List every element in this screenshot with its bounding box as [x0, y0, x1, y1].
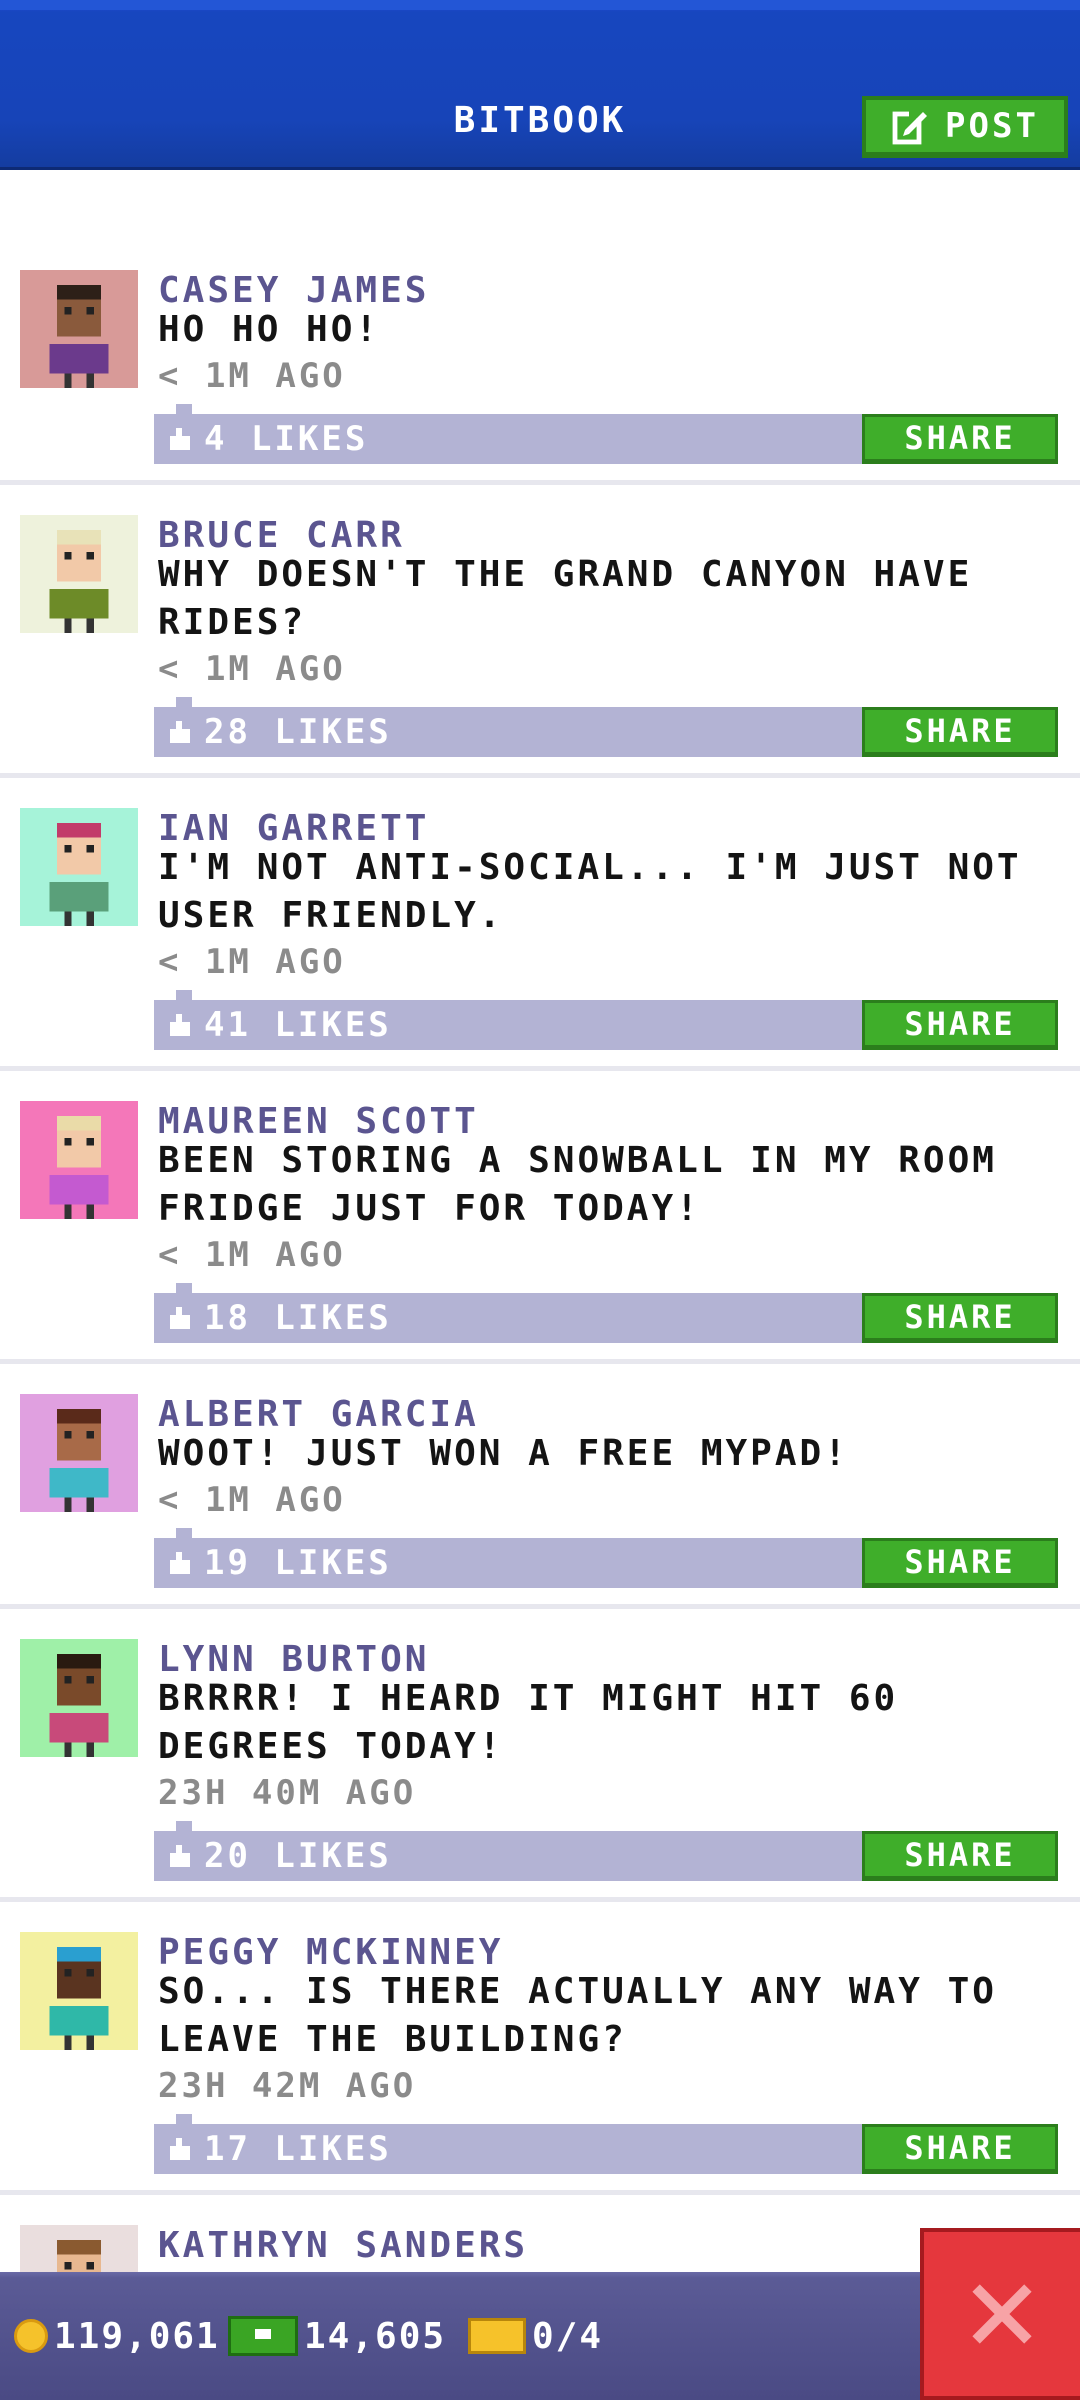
post-author[interactable]: MAUREEN SCOTT [158, 1101, 479, 1142]
avatar[interactable] [20, 1639, 138, 1757]
tickets-value: 0/4 [532, 2315, 604, 2357]
post-message: WOOT! JUST WON A FREE MYPAD! [158, 1433, 849, 1474]
share-button-label: SHARE [904, 1543, 1016, 1581]
likes-bar: 19 LIKES SHARE [154, 1528, 1058, 1588]
likes-bar: 20 LIKES SHARE [154, 1821, 1058, 1881]
post-author[interactable]: KATHRYN SANDERS [158, 2225, 528, 2266]
likes-bar-tab [176, 697, 192, 707]
like-icon[interactable] [168, 1014, 192, 1036]
post-divider [0, 2190, 1080, 2195]
edit-icon [892, 108, 930, 145]
likes-bar-tab [176, 1283, 192, 1293]
likes-bar: 17 LIKES SHARE [154, 2114, 1058, 2174]
post-time: < 1M AGO [158, 649, 346, 689]
header-bar: BITBOOK POST [0, 0, 1080, 170]
post-message: BRRRR! I HEARD IT MIGHT HIT 60 DEGREES T… [158, 1678, 899, 1767]
post-message: HO HO HO! [158, 309, 381, 350]
post-time: < 1M AGO [158, 1480, 346, 1520]
coins-value: 119,061 [54, 2315, 220, 2357]
currency-bar: 119,061 14,605 0/4 [0, 2272, 1080, 2400]
post-author[interactable]: CASEY JAMES [158, 270, 429, 311]
post-author[interactable]: LYNN BURTON [158, 1639, 429, 1680]
likes-count: 20 LIKES [204, 1836, 392, 1876]
post-time: < 1M AGO [158, 1235, 346, 1275]
tickets-stat: 0/4 [468, 2310, 603, 2362]
close-icon [972, 2284, 1032, 2344]
share-button[interactable]: SHARE [862, 1000, 1058, 1050]
post-author[interactable]: ALBERT GARCIA [158, 1394, 479, 1435]
like-icon[interactable] [168, 721, 192, 743]
post-time: 23H 40M AGO [158, 1773, 417, 1813]
share-button-label: SHARE [904, 419, 1016, 457]
share-button[interactable]: SHARE [862, 707, 1058, 757]
ticket-icon [468, 2318, 526, 2354]
post-author[interactable]: IAN GARRETT [158, 808, 429, 849]
share-button[interactable]: SHARE [862, 1538, 1058, 1588]
post-time: 23H 42M AGO [158, 2066, 417, 2106]
post-author[interactable]: PEGGY MCKINNEY [158, 1932, 503, 1973]
likes-count: 17 LIKES [204, 2129, 392, 2169]
share-button[interactable]: SHARE [862, 2124, 1058, 2174]
avatar[interactable] [20, 1394, 138, 1512]
likes-count: 4 LIKES [204, 419, 369, 459]
close-button[interactable] [920, 2228, 1080, 2400]
post-button[interactable]: POST [862, 96, 1068, 158]
bux-value: 14,605 [304, 2315, 447, 2357]
share-button-label: SHARE [904, 712, 1016, 750]
coin-icon [14, 2319, 48, 2353]
like-icon[interactable] [168, 2138, 192, 2160]
post-divider [0, 773, 1080, 778]
share-button-label: SHARE [904, 1005, 1016, 1043]
likes-bar-tab [176, 1821, 192, 1831]
post-divider [0, 1359, 1080, 1364]
like-icon[interactable] [168, 428, 192, 450]
post-message: SO... IS THERE ACTUALLY ANY WAY TO LEAVE… [158, 1971, 997, 2060]
post-message: BEEN STORING A SNOWBALL IN MY ROOM FRIDG… [158, 1140, 997, 1229]
share-button-label: SHARE [904, 2129, 1016, 2167]
avatar[interactable] [20, 1101, 138, 1219]
share-button-label: SHARE [904, 1298, 1016, 1336]
likes-bar-tab [176, 1528, 192, 1538]
likes-count: 19 LIKES [204, 1543, 392, 1583]
coins-stat: 119,061 [14, 2310, 220, 2362]
likes-count: 18 LIKES [204, 1298, 392, 1338]
post-divider [0, 1604, 1080, 1609]
like-icon[interactable] [168, 1307, 192, 1329]
likes-bar: 41 LIKES SHARE [154, 990, 1058, 1050]
share-button[interactable]: SHARE [862, 414, 1058, 464]
like-icon[interactable] [168, 1845, 192, 1867]
bitbook-screen: BITBOOK POST CASEY JAMES HO HO HO! < 1M … [0, 0, 1080, 2400]
post-time: < 1M AGO [158, 942, 346, 982]
avatar[interactable] [20, 270, 138, 388]
likes-bar-tab [176, 2114, 192, 2124]
likes-bar: 4 LIKES SHARE [154, 404, 1058, 464]
bux-stat: 14,605 [228, 2310, 446, 2362]
post-divider [0, 1066, 1080, 1071]
post-time: < 1M AGO [158, 356, 346, 396]
avatar[interactable] [20, 515, 138, 633]
likes-bar: 28 LIKES SHARE [154, 697, 1058, 757]
post-author[interactable]: BRUCE CARR [158, 515, 405, 556]
avatar[interactable] [20, 1932, 138, 2050]
share-button[interactable]: SHARE [862, 1831, 1058, 1881]
post-button-label: POST [945, 106, 1039, 146]
likes-bar: 18 LIKES SHARE [154, 1283, 1058, 1343]
likes-bar-tab [176, 404, 192, 414]
post-divider [0, 1897, 1080, 1902]
share-button[interactable]: SHARE [862, 1293, 1058, 1343]
post-divider [0, 480, 1080, 485]
avatar[interactable] [20, 808, 138, 926]
likes-count: 41 LIKES [204, 1005, 392, 1045]
likes-bar-tab [176, 990, 192, 1000]
bux-icon [228, 2316, 298, 2356]
post-message: WHY DOESN'T THE GRAND CANYON HAVE RIDES? [158, 554, 973, 643]
like-icon[interactable] [168, 1552, 192, 1574]
share-button-label: SHARE [904, 1836, 1016, 1874]
post-message: I'M NOT ANTI-SOCIAL... I'M JUST NOT USER… [158, 847, 1022, 936]
likes-count: 28 LIKES [204, 712, 392, 752]
status-strip [0, 0, 1080, 10]
